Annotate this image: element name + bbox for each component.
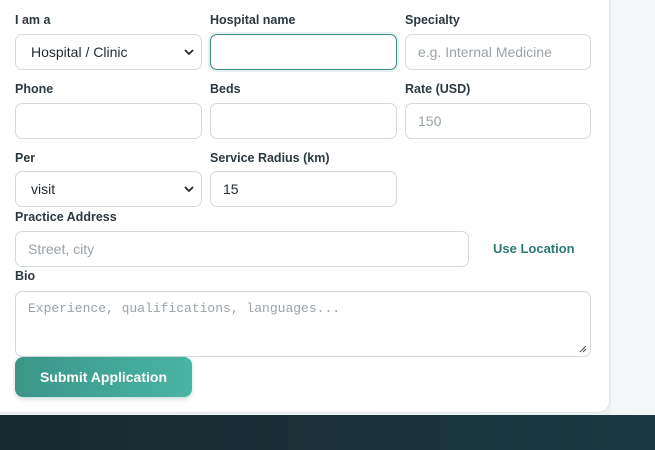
- hospital-name-label: Hospital name: [210, 13, 296, 27]
- submit-application-button[interactable]: Submit Application: [15, 357, 192, 397]
- rate-placeholder: 150: [418, 113, 442, 129]
- per-label: Per: [15, 151, 36, 165]
- chevron-down-icon: [184, 49, 194, 56]
- specialty-input[interactable]: e.g. Internal Medicine: [405, 34, 591, 70]
- specialty-placeholder: e.g. Internal Medicine: [418, 44, 552, 60]
- phone-label: Phone: [15, 82, 54, 96]
- role-label: I am a: [15, 13, 51, 27]
- bio-placeholder: Experience, qualifications, languages...: [28, 301, 341, 316]
- beds-input[interactable]: [210, 103, 397, 139]
- rate-input[interactable]: 150: [405, 103, 591, 139]
- per-select[interactable]: visit: [15, 171, 202, 207]
- role-select-value: Hospital / Clinic: [31, 44, 128, 60]
- page-footer: [0, 415, 655, 450]
- specialty-label: Specialty: [405, 13, 460, 27]
- bio-label: Bio: [15, 269, 36, 283]
- practice-address-input[interactable]: Street, city: [15, 231, 469, 267]
- practice-address-placeholder: Street, city: [28, 241, 95, 257]
- role-select[interactable]: Hospital / Clinic: [15, 34, 202, 70]
- per-select-value: visit: [31, 181, 56, 197]
- service-radius-input[interactable]: 15: [210, 171, 397, 207]
- use-location-link[interactable]: Use Location: [493, 241, 575, 256]
- chevron-down-icon: [184, 186, 194, 193]
- bio-textarea[interactable]: Experience, qualifications, languages...: [15, 291, 591, 357]
- practice-address-label: Practice Address: [15, 210, 117, 224]
- beds-label: Beds: [210, 82, 241, 96]
- service-radius-value: 15: [223, 181, 239, 197]
- application-form: I am a Hospital / Clinic Hospital name S…: [0, 0, 610, 413]
- page-background: [611, 0, 655, 415]
- phone-input[interactable]: [15, 103, 202, 139]
- service-radius-label: Service Radius (km): [210, 151, 330, 165]
- hospital-name-input[interactable]: [210, 34, 397, 70]
- resize-grip-icon[interactable]: [578, 344, 587, 353]
- rate-label: Rate (USD): [405, 82, 471, 96]
